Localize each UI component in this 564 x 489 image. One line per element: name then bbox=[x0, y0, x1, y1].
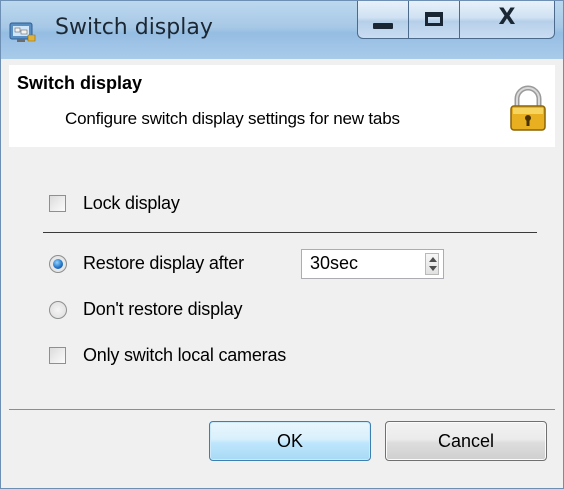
minimize-button[interactable] bbox=[357, 1, 409, 39]
restore-after-option[interactable]: Restore display after 30sec bbox=[49, 249, 469, 279]
only-local-label: Only switch local cameras bbox=[83, 345, 287, 365]
dont-restore-radio[interactable] bbox=[49, 301, 67, 319]
header-subtitle: Configure switch display settings for ne… bbox=[65, 109, 400, 128]
caption-buttons: X bbox=[357, 1, 557, 41]
restore-time-spinbox[interactable]: 30sec bbox=[301, 249, 444, 279]
lock-display-label: Lock display bbox=[83, 193, 180, 213]
options-separator bbox=[43, 232, 537, 233]
dont-restore-option[interactable]: Don't restore display bbox=[49, 299, 349, 325]
cancel-button[interactable]: Cancel bbox=[385, 421, 547, 461]
ok-button[interactable]: OK bbox=[209, 421, 371, 461]
dialog-header: Switch display Configure switch display … bbox=[9, 65, 555, 148]
spin-down-icon[interactable] bbox=[429, 266, 437, 271]
restore-time-value: 30sec bbox=[310, 253, 359, 273]
title-bar[interactable]: Switch display X bbox=[1, 1, 563, 59]
dont-restore-label: Don't restore display bbox=[83, 299, 243, 319]
spin-up-icon[interactable] bbox=[429, 257, 437, 262]
app-icon bbox=[9, 22, 36, 42]
switch-display-dialog: Switch display X Switch display Configur… bbox=[0, 0, 564, 489]
window-title: Switch display bbox=[55, 15, 213, 40]
restore-after-label: Restore display after bbox=[83, 253, 244, 273]
header-title: Switch display bbox=[17, 73, 143, 93]
footer-separator bbox=[9, 409, 555, 410]
only-local-option[interactable]: Only switch local cameras bbox=[49, 345, 369, 371]
close-icon: X bbox=[498, 5, 516, 30]
maximize-icon bbox=[425, 12, 443, 26]
maximize-button[interactable] bbox=[408, 1, 460, 39]
lock-display-checkbox[interactable] bbox=[49, 195, 66, 212]
dialog-content: Lock display Restore display after 30sec… bbox=[9, 147, 555, 407]
only-local-checkbox[interactable] bbox=[49, 347, 66, 364]
padlock-icon bbox=[510, 85, 546, 131]
lock-display-option[interactable]: Lock display bbox=[49, 193, 349, 219]
minimize-icon bbox=[373, 23, 393, 29]
spin-buttons[interactable] bbox=[425, 253, 439, 275]
restore-after-radio[interactable] bbox=[49, 255, 67, 273]
close-button[interactable]: X bbox=[459, 1, 555, 39]
